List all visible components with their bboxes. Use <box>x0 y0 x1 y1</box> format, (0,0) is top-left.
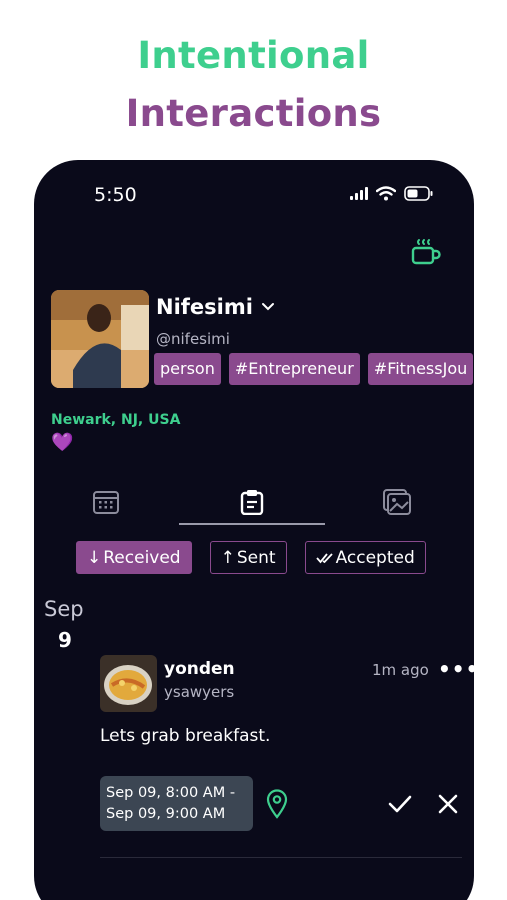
profile-tabs <box>34 480 474 528</box>
profile-location: Newark, NJ, USA <box>51 412 181 428</box>
tag-chip[interactable]: #Entrepreneur <box>228 353 360 385</box>
meeting-start: Sep 09, 8:00 AM - <box>106 785 236 801</box>
coffee-cup-icon[interactable] <box>409 237 441 269</box>
filter-received-label: Received <box>103 547 181 568</box>
headline-line-1: Intentional <box>137 34 370 77</box>
status-icons <box>350 186 434 201</box>
headline-line-2: Interactions <box>125 92 382 135</box>
clipboard-icon <box>240 490 264 515</box>
filter-accepted-label: Accepted <box>335 547 415 568</box>
calendar-icon <box>93 491 119 514</box>
profile-avatar[interactable] <box>51 290 149 388</box>
gallery-icon <box>383 489 411 515</box>
phone-screen: 5:50 Nifesimi @nifesimi person #Entrepre… <box>34 160 474 900</box>
filter-received-button[interactable]: ↓ Received <box>76 541 192 574</box>
battery-icon <box>404 186 433 201</box>
date-month: Sep <box>44 597 84 621</box>
status-time: 5:50 <box>94 184 137 206</box>
post-username[interactable]: yonden <box>164 659 235 679</box>
profile-name-text: Nifesimi <box>156 295 253 319</box>
tab-requests[interactable] <box>228 480 276 524</box>
meeting-time-box: Sep 09, 8:00 AM - Sep 09, 9:00 AM <box>100 776 253 831</box>
profile-name[interactable]: Nifesimi <box>156 295 275 319</box>
post-avatar[interactable] <box>100 655 157 712</box>
filter-accepted-button[interactable]: Accepted <box>304 541 426 574</box>
active-tab-indicator <box>179 523 325 525</box>
divider <box>100 857 462 858</box>
post-timestamp: 1m ago <box>372 661 429 679</box>
filter-bar: ↓ Received ↑ Sent Accepted <box>76 541 426 574</box>
accept-check-icon[interactable] <box>388 792 412 816</box>
chevron-down-icon[interactable] <box>261 302 275 312</box>
tab-gallery[interactable] <box>373 480 421 524</box>
purple-heart-emoji: 💜 <box>51 432 74 453</box>
decline-close-icon[interactable] <box>437 793 459 815</box>
post-subname: ysawyers <box>164 683 235 701</box>
profile-handle: @nifesimi <box>156 330 230 348</box>
arrow-down-icon: ↓ <box>87 547 102 568</box>
signal-icon <box>350 187 368 200</box>
profile-tags: person #Entrepreneur #FitnessJou <box>154 353 474 385</box>
tag-chip[interactable]: person <box>154 353 221 385</box>
arrow-up-icon: ↑ <box>220 547 235 568</box>
tab-calendar[interactable] <box>82 480 130 524</box>
date-day: 9 <box>58 628 72 652</box>
more-options-icon[interactable]: ••• <box>438 657 474 681</box>
wifi-icon <box>376 186 396 201</box>
filter-sent-button[interactable]: ↑ Sent <box>209 541 287 574</box>
tag-chip[interactable]: #FitnessJou <box>367 353 474 385</box>
meeting-end: Sep 09, 9:00 AM <box>106 806 226 822</box>
filter-sent-label: Sent <box>236 547 276 568</box>
post-message: Lets grab breakfast. <box>100 726 271 746</box>
double-check-icon <box>315 552 333 563</box>
location-pin-icon[interactable] <box>266 789 288 819</box>
